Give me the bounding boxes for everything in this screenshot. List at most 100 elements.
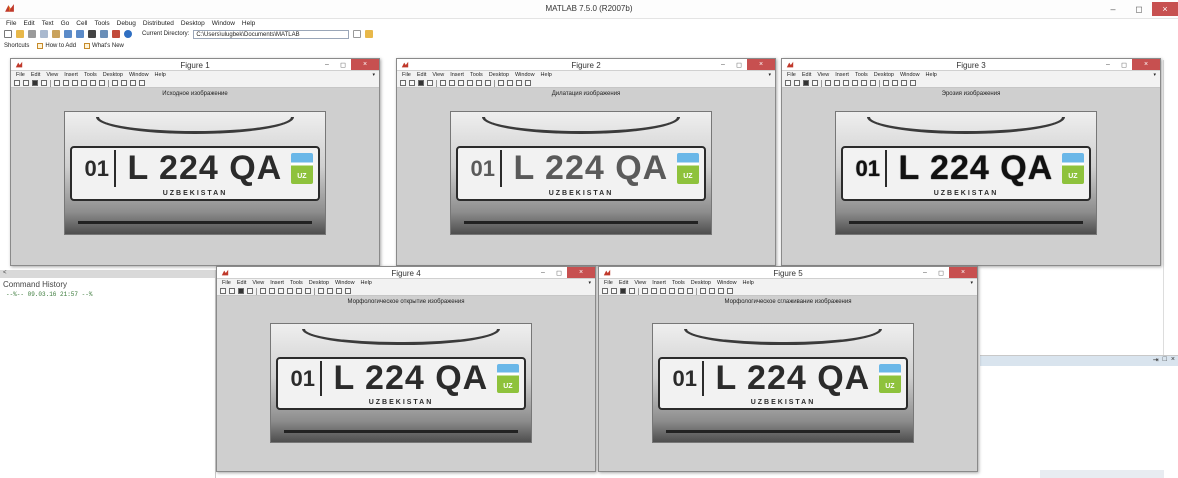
- menu-file[interactable]: File: [787, 72, 796, 78]
- menu-window[interactable]: Window: [515, 72, 535, 78]
- rotate-icon[interactable]: [296, 288, 302, 294]
- menu-file[interactable]: File: [604, 280, 613, 286]
- menu-insert[interactable]: Insert: [270, 280, 284, 286]
- zoom-out-icon[interactable]: [72, 80, 78, 86]
- menu-view[interactable]: View: [634, 280, 646, 286]
- menu-desktop[interactable]: Desktop: [874, 72, 894, 78]
- colorbar-icon[interactable]: [112, 80, 118, 86]
- zoom-in-icon[interactable]: [449, 80, 455, 86]
- legend-icon[interactable]: [892, 80, 898, 86]
- legend-icon[interactable]: [121, 80, 127, 86]
- menu-help[interactable]: Help: [242, 20, 255, 27]
- zoom-out-icon[interactable]: [458, 80, 464, 86]
- menu-help[interactable]: Help: [155, 72, 166, 78]
- menu-go[interactable]: Go: [61, 20, 70, 27]
- edit-plot-icon[interactable]: [54, 80, 60, 86]
- maximize-button[interactable]: ◻: [335, 59, 351, 70]
- menu-tools[interactable]: Tools: [470, 72, 483, 78]
- new-file-icon[interactable]: [785, 80, 791, 86]
- pan-icon[interactable]: [81, 80, 87, 86]
- menu-help[interactable]: Help: [743, 280, 754, 286]
- pan-icon[interactable]: [287, 288, 293, 294]
- menu-help[interactable]: Help: [926, 72, 937, 78]
- legend-icon[interactable]: [507, 80, 513, 86]
- hide-plot-tools-icon[interactable]: [718, 288, 724, 294]
- redo-icon[interactable]: [76, 30, 84, 38]
- paste-icon[interactable]: [52, 30, 60, 38]
- figure-window-4[interactable]: Figure 4 – ◻ × File Edit View Insert Too…: [216, 266, 596, 472]
- zoom-out-icon[interactable]: [660, 288, 666, 294]
- menu-tools[interactable]: Tools: [855, 72, 868, 78]
- save-icon[interactable]: [32, 80, 38, 86]
- menu-edit[interactable]: Edit: [417, 72, 426, 78]
- menu-overflow-icon[interactable]: ▾: [588, 280, 591, 286]
- hide-plot-tools-icon[interactable]: [516, 80, 522, 86]
- rotate-icon[interactable]: [678, 288, 684, 294]
- close-button[interactable]: ×: [567, 267, 595, 278]
- new-file-icon[interactable]: [220, 288, 226, 294]
- help-icon[interactable]: [124, 30, 132, 38]
- zoom-out-icon[interactable]: [278, 288, 284, 294]
- print-icon[interactable]: [812, 80, 818, 86]
- menu-edit[interactable]: Edit: [802, 72, 811, 78]
- maximize-button[interactable]: ◻: [933, 267, 949, 278]
- figure-window-1[interactable]: Figure 1 – ◻ × File Edit View Insert Too…: [10, 58, 380, 266]
- edit-plot-icon[interactable]: [642, 288, 648, 294]
- minimize-button[interactable]: –: [917, 267, 933, 278]
- new-file-icon[interactable]: [400, 80, 406, 86]
- edit-plot-icon[interactable]: [260, 288, 266, 294]
- save-icon[interactable]: [238, 288, 244, 294]
- colorbar-icon[interactable]: [318, 288, 324, 294]
- show-plot-tools-icon[interactable]: [910, 80, 916, 86]
- minimize-button[interactable]: –: [535, 267, 551, 278]
- new-file-icon[interactable]: [602, 288, 608, 294]
- menu-tools[interactable]: Tools: [290, 280, 303, 286]
- figure-titlebar[interactable]: Figure 5 – ◻ ×: [599, 267, 977, 279]
- edit-plot-icon[interactable]: [440, 80, 446, 86]
- close-button[interactable]: ×: [747, 59, 775, 70]
- menu-help[interactable]: Help: [541, 72, 552, 78]
- open-file-icon[interactable]: [23, 80, 29, 86]
- shortcut-how-to-add[interactable]: How to Add: [37, 43, 76, 49]
- hide-plot-tools-icon[interactable]: [336, 288, 342, 294]
- menu-insert[interactable]: Insert: [64, 72, 78, 78]
- menu-file[interactable]: File: [6, 20, 16, 27]
- menu-desktop[interactable]: Desktop: [691, 280, 711, 286]
- open-file-icon[interactable]: [794, 80, 800, 86]
- figure-titlebar[interactable]: Figure 1 – ◻ ×: [11, 59, 379, 71]
- pan-icon[interactable]: [467, 80, 473, 86]
- print-icon[interactable]: [247, 288, 253, 294]
- cut-icon[interactable]: [28, 30, 36, 38]
- figure-titlebar[interactable]: Figure 2 – ◻ ×: [397, 59, 775, 71]
- profiler-icon[interactable]: [112, 30, 120, 38]
- menu-window[interactable]: Window: [717, 280, 737, 286]
- hide-plot-tools-icon[interactable]: [130, 80, 136, 86]
- zoom-in-icon[interactable]: [269, 288, 275, 294]
- zoom-out-icon[interactable]: [843, 80, 849, 86]
- panel-scrollbar[interactable]: <: [0, 270, 215, 278]
- menu-view[interactable]: View: [432, 72, 444, 78]
- save-icon[interactable]: [418, 80, 424, 86]
- menu-view[interactable]: View: [817, 72, 829, 78]
- close-button[interactable]: ×: [1152, 2, 1178, 16]
- figure-titlebar[interactable]: Figure 4 – ◻ ×: [217, 267, 595, 279]
- shortcuts-label[interactable]: Shortcuts: [4, 43, 29, 49]
- shortcut-whats-new[interactable]: What's New: [84, 43, 124, 49]
- data-cursor-icon[interactable]: [687, 288, 693, 294]
- zoom-in-icon[interactable]: [834, 80, 840, 86]
- menu-insert[interactable]: Insert: [450, 72, 464, 78]
- legend-icon[interactable]: [327, 288, 333, 294]
- rotate-icon[interactable]: [861, 80, 867, 86]
- menu-text[interactable]: Text: [42, 20, 54, 27]
- menu-window[interactable]: Window: [129, 72, 149, 78]
- edit-plot-icon[interactable]: [825, 80, 831, 86]
- zoom-in-icon[interactable]: [63, 80, 69, 86]
- print-icon[interactable]: [427, 80, 433, 86]
- figure-window-2[interactable]: Figure 2 – ◻ × File Edit View Insert Too…: [396, 58, 776, 266]
- menu-overflow-icon[interactable]: ▾: [970, 280, 973, 286]
- menu-overflow-icon[interactable]: ▾: [1153, 72, 1156, 78]
- menu-tools[interactable]: Tools: [672, 280, 685, 286]
- figure-window-5[interactable]: Figure 5 – ◻ × File Edit View Insert Too…: [598, 266, 978, 472]
- undock-icon[interactable]: ⇥: [1153, 356, 1159, 366]
- show-plot-tools-icon[interactable]: [345, 288, 351, 294]
